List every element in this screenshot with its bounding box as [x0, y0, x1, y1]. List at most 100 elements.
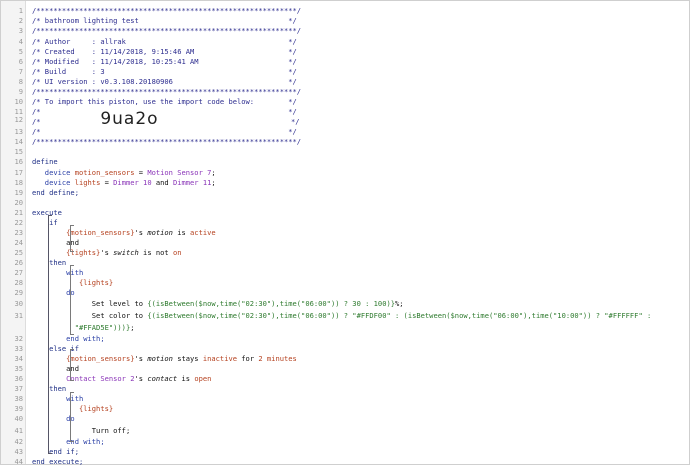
code-line[interactable]: 18 device lights = Dimmer 10 and Dimmer …: [1, 178, 689, 188]
code-line[interactable]: 6 /* Modified : 11/14/2018, 10:25:41 AM *…: [1, 57, 689, 67]
code-line[interactable]: 9 /**************************************…: [1, 87, 689, 97]
line-number: 41: [14, 426, 23, 435]
code-line[interactable]: 43 end if;: [1, 447, 689, 457]
code-line[interactable]: 38 with: [1, 394, 689, 404]
code-line[interactable]: 5 /* Created : 11/14/2018, 9:15:46 AM */: [1, 47, 689, 57]
code-token: execute: [32, 208, 62, 217]
line-number: 18: [14, 178, 23, 187]
code-line[interactable]: 14 /*************************************…: [1, 137, 689, 147]
code-token: ;: [211, 168, 216, 177]
code-text: /* 9ua2o */: [32, 109, 300, 129]
code-line[interactable]: "#FFAD5E")))};: [1, 323, 689, 333]
code-line[interactable]: 30 Set level to {(isBetween($now,time("0…: [1, 299, 689, 309]
code-line[interactable]: 17 device motion_sensors = Motion Sensor…: [1, 168, 689, 178]
code-line[interactable]: 1 /**************************************…: [1, 6, 689, 16]
code-token: switch: [113, 248, 139, 257]
code-token: is: [172, 228, 191, 237]
code-text: end with;: [32, 334, 104, 343]
code-line[interactable]: 28 {lights}: [1, 278, 689, 288]
code-line[interactable]: 8 /* UI version : v0.3.108.20180906 */: [1, 77, 689, 87]
code-token: Dimmer 11: [172, 178, 212, 187]
code-token: lights: [74, 178, 101, 187]
code-text: /***************************************…: [32, 87, 301, 96]
code-line[interactable]: 26 then: [1, 258, 689, 268]
code-text: Set level to {(isBetween($now,time("02:3…: [32, 299, 404, 308]
line-number: 38: [14, 394, 23, 403]
code-line[interactable]: 31 Set color to {(isBetween($now,time("0…: [1, 311, 689, 321]
line-number: 32: [14, 334, 23, 343]
with-block-bracket-2: [70, 392, 74, 442]
code-text: do: [32, 288, 75, 297]
code-token: is: [177, 374, 195, 383]
code-line[interactable]: 2 /* bathroom lighting test */: [1, 16, 689, 26]
code-line[interactable]: 4 /* Author : allrak */: [1, 37, 689, 47]
line-number: 29: [14, 288, 23, 297]
code-line[interactable]: 41 Turn off;: [1, 426, 689, 436]
code-line[interactable]: 35 and: [1, 364, 689, 374]
code-token: /***************************************…: [32, 137, 302, 146]
code-line[interactable]: 37 then: [1, 384, 689, 394]
code-line[interactable]: 36 Contact Sensor 2's contact is open: [1, 374, 689, 384]
code-text: end define;: [32, 188, 79, 197]
code-token: =: [100, 178, 114, 187]
code-token: and: [151, 178, 173, 187]
code-token: device: [32, 168, 75, 177]
code-line[interactable]: 24 and: [1, 238, 689, 248]
code-token: 's: [100, 248, 114, 257]
code-token: Motion Sensor 7: [147, 168, 212, 177]
code-token: end with;: [32, 437, 105, 446]
code-line[interactable]: 3 /**************************************…: [1, 26, 689, 36]
code-line[interactable]: 42 end with;: [1, 437, 689, 447]
line-number: 25: [14, 248, 23, 257]
code-text: execute: [32, 208, 62, 217]
code-token: end if;: [32, 447, 79, 456]
code-line[interactable]: 27 with: [1, 268, 689, 278]
with-block-bracket-1: [70, 265, 74, 335]
code-line[interactable]: 15: [1, 147, 689, 157]
code-token: /* To import this piston, use the import…: [32, 97, 297, 106]
code-token: */: [158, 117, 300, 126]
code-line[interactable]: 39 {lights}: [1, 404, 689, 414]
line-number: 13: [14, 127, 23, 136]
code-text: end with;: [32, 437, 105, 446]
code-token: {(isBetween($now,time("02:30"),time("06:…: [147, 311, 652, 320]
code-line[interactable]: 34 {motion_sensors}'s motion stays inact…: [1, 354, 689, 364]
code-line[interactable]: 33 else if: [1, 344, 689, 354]
code-token: Turn off;: [32, 426, 131, 435]
piston-code-editor[interactable]: 1 /**************************************…: [0, 0, 690, 467]
code-text: with: [32, 268, 83, 277]
code-token: motion_sensors: [74, 168, 135, 177]
code-text: /***************************************…: [32, 137, 301, 146]
code-line[interactable]: 40 do: [1, 414, 689, 424]
code-line[interactable]: 16 define: [1, 157, 689, 167]
code-line[interactable]: 22 if: [1, 218, 689, 228]
code-line[interactable]: 23 {motion_sensors}'s motion is active: [1, 228, 689, 238]
line-number: 8: [18, 77, 23, 86]
code-token: with: [32, 394, 84, 403]
code-line[interactable]: 7 /* Build : 3 */: [1, 67, 689, 77]
code-line[interactable]: 20: [1, 198, 689, 208]
code-token: /* Modified : 11/14/2018, 10:25:41 AM */: [32, 57, 297, 66]
code-text: /* UI version : v0.3.108.20180906 */: [32, 77, 297, 86]
if-block-bracket: [48, 215, 52, 454]
code-line[interactable]: 10 /* To import this piston, use the impo…: [1, 97, 689, 107]
code-line[interactable]: 21 execute: [1, 208, 689, 218]
code-text: with: [32, 394, 83, 403]
line-number: 36: [14, 374, 23, 383]
code-line[interactable]: 25 {lights}'s switch is not on: [1, 248, 689, 258]
line-number: 43: [14, 447, 23, 456]
line-number: 33: [14, 344, 23, 353]
code-text: /* Modified : 11/14/2018, 10:25:41 AM */: [32, 57, 297, 66]
line-number: 24: [14, 238, 23, 247]
code-line[interactable]: 12 /* 9ua2o */: [1, 109, 689, 129]
code-text: if: [32, 218, 58, 227]
line-number: 23: [14, 228, 23, 237]
code-line[interactable]: 13 /* */: [1, 127, 689, 137]
code-line[interactable]: 44 end execute;: [1, 457, 689, 467]
code-token: open: [194, 374, 212, 383]
code-line[interactable]: 19 end define;: [1, 188, 689, 198]
code-line[interactable]: 32 end with;: [1, 334, 689, 344]
code-token: for: [237, 354, 259, 363]
code-line[interactable]: 29 do: [1, 288, 689, 298]
line-number: 39: [14, 404, 23, 413]
